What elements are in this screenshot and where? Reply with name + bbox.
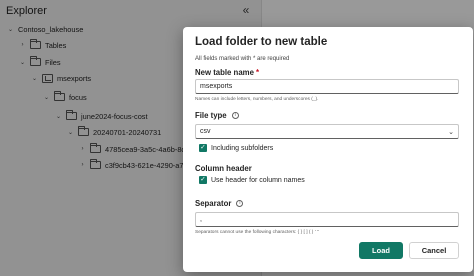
table-name-label-text: New table name (195, 68, 254, 77)
separator-input[interactable] (195, 212, 459, 227)
info-icon[interactable]: i (231, 112, 239, 119)
dialog-title: Load folder to new table (195, 36, 328, 48)
load-button[interactable]: Load (359, 242, 403, 259)
load-folder-dialog: Load folder to new table All fields mark… (183, 27, 473, 272)
column-header-label-text: Column header (195, 164, 252, 173)
file-type-label-text: File type (195, 111, 227, 120)
file-type-select[interactable]: csv ⌄ (195, 124, 459, 139)
file-type-label: File type i (195, 111, 239, 120)
table-name-input[interactable] (195, 79, 459, 94)
table-name-label: New table name * (195, 68, 259, 77)
table-name-hint: Names can include letters, numbers, and … (195, 97, 319, 102)
cancel-button[interactable]: Cancel (409, 242, 459, 259)
include-subfolders-checkbox[interactable]: ✓ (199, 144, 207, 152)
required-note: All fields marked with * are required (195, 56, 290, 62)
chevron-down-icon: ⌄ (448, 128, 454, 136)
app-root: Explorer « ⌄ Contoso_lakehouse › Tables … (0, 0, 474, 276)
required-mark: * (255, 68, 259, 77)
use-header-label: Use header for column names (211, 176, 305, 184)
use-header-checkbox[interactable]: ✓ (199, 176, 207, 184)
include-subfolders-row[interactable]: ✓ Including subfolders (199, 144, 273, 152)
separator-hint: Separators cannot use the following char… (195, 230, 319, 235)
column-header-label: Column header (195, 164, 252, 173)
separator-label-text: Separator (195, 199, 232, 208)
separator-label: Separator i (195, 199, 244, 208)
info-icon[interactable]: i (236, 200, 244, 207)
file-type-value: csv (200, 128, 211, 135)
use-header-row[interactable]: ✓ Use header for column names (199, 176, 305, 184)
include-subfolders-label: Including subfolders (211, 144, 274, 152)
